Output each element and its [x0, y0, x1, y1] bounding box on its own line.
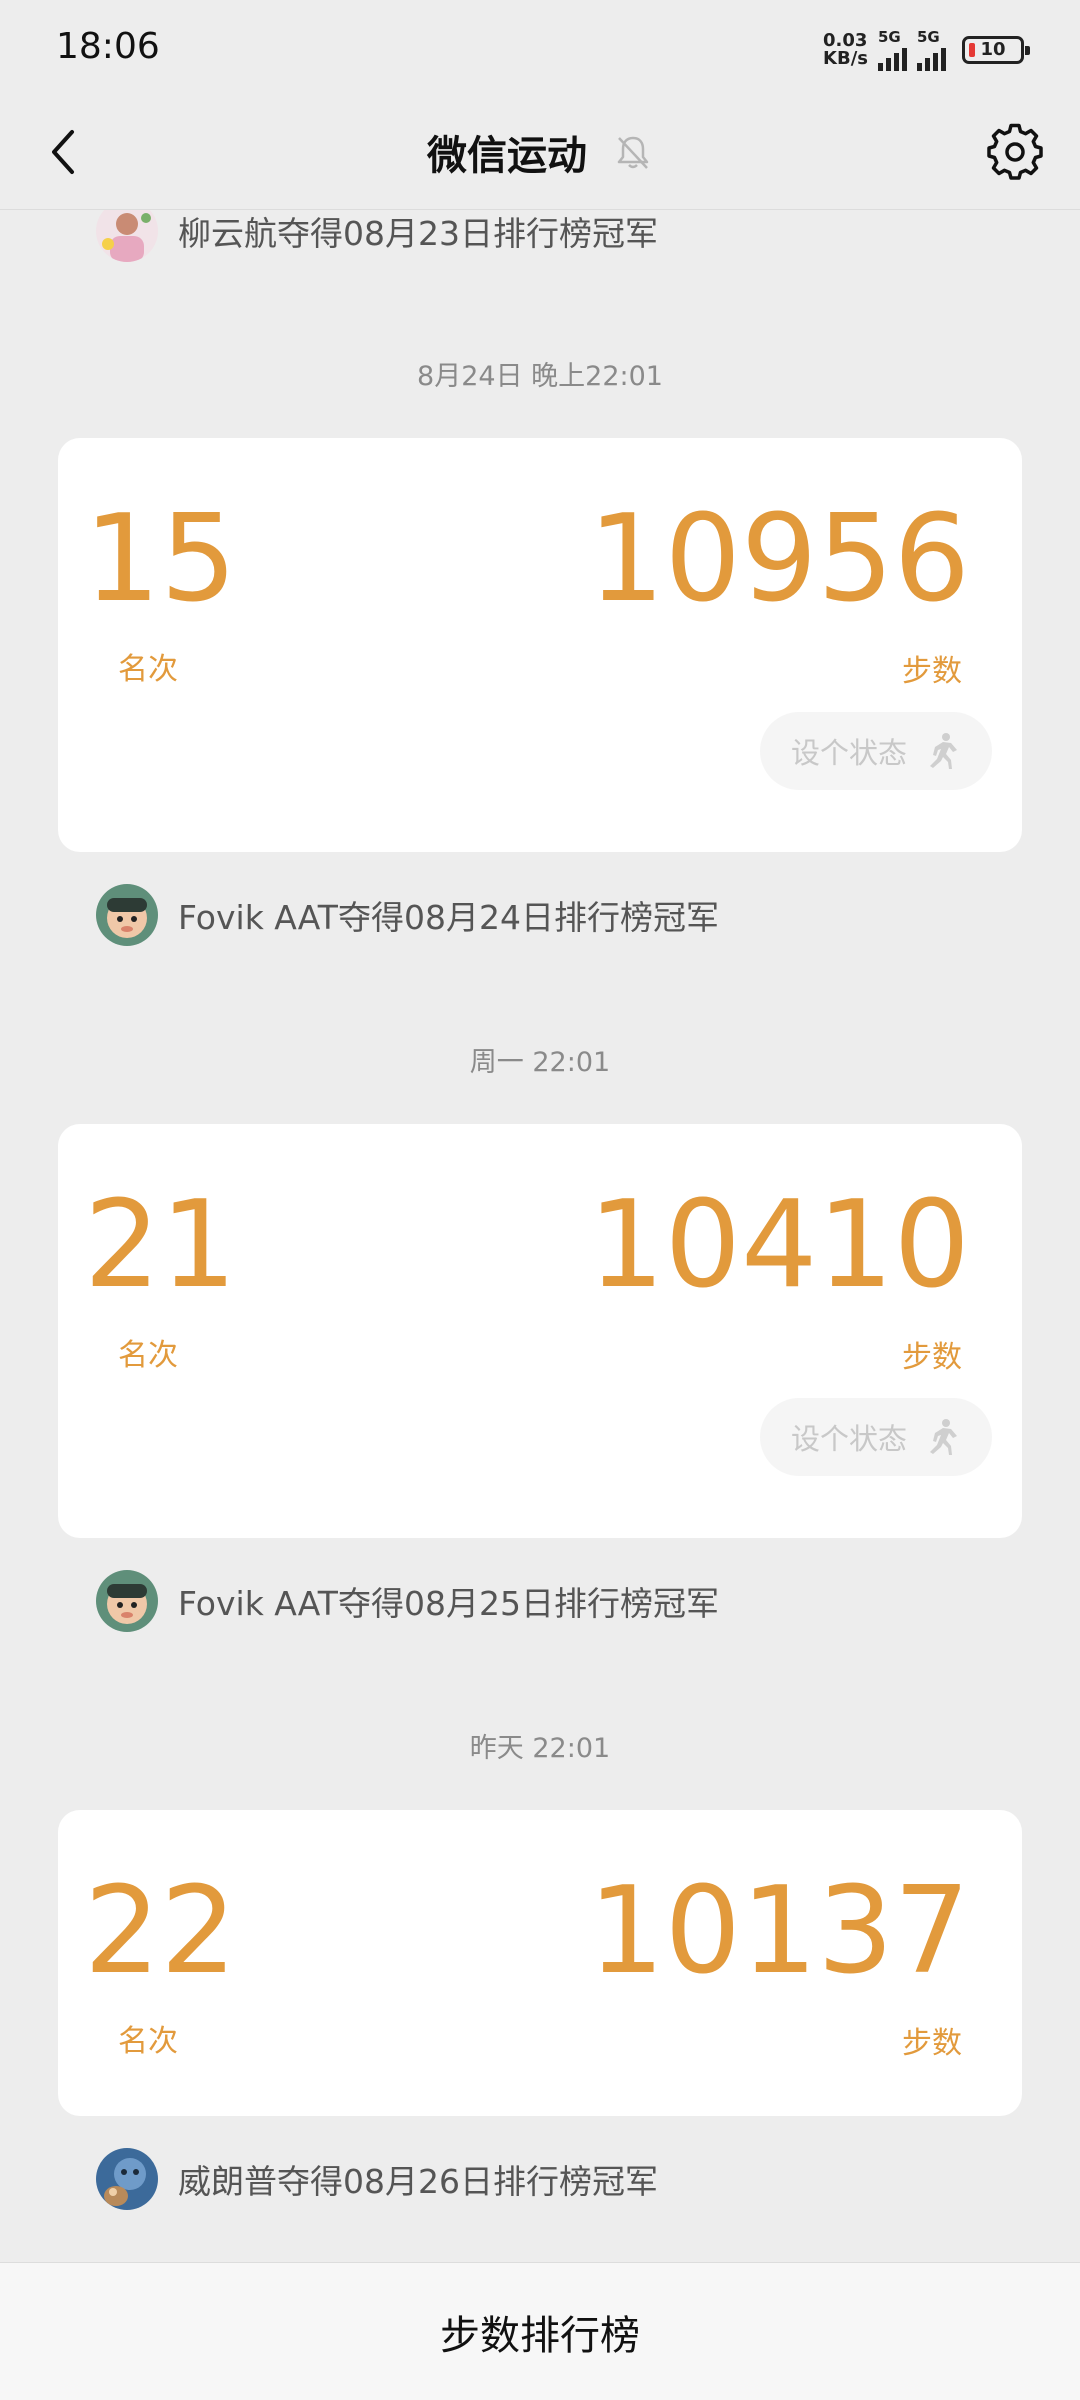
runner-icon: [930, 1419, 957, 1455]
step-report-card[interactable]: 22 名次 10137 步数: [58, 1810, 1022, 2116]
set-status-label: 设个状态: [790, 736, 907, 770]
battery-icon: 10: [962, 36, 1030, 64]
champion-text: 柳云航夺得08月23日排行榜冠军: [178, 214, 658, 253]
rank-label: 名次: [118, 2024, 178, 2059]
runner-icon: [930, 733, 957, 769]
step-leaderboard-label: 步数排行榜: [440, 2312, 640, 2359]
rank-value: 22: [84, 1862, 237, 2001]
step-leaderboard-button[interactable]: 步数排行榜: [0, 2262, 1080, 2400]
step-report-card[interactable]: 15 名次 10956 步数 设个状态: [58, 438, 1022, 852]
avatar[interactable]: [96, 1570, 158, 1632]
status-time: 18:06: [56, 26, 160, 67]
battery-level: 10: [980, 39, 1006, 60]
rank-value: 21: [84, 1176, 237, 1315]
wechat-sport-screen: 18:06 0.03 KB/s 5G 5G 10 微信运动 柳云航夺得08月23…: [0, 0, 1080, 2400]
timestamp: 8月24日 晚上22:01: [417, 361, 663, 392]
network-speed: 0.03 KB/s: [823, 32, 868, 68]
set-status-button[interactable]: 设个状态: [760, 712, 992, 790]
sim1-label: 5G: [878, 27, 901, 46]
set-status-button[interactable]: 设个状态: [760, 1398, 992, 1476]
page-title: 微信运动: [427, 133, 587, 179]
timestamp: 周一 22:01: [469, 1047, 611, 1078]
mute-bell-icon: [617, 136, 649, 169]
timestamp: 昨天 22:01: [469, 1733, 611, 1764]
champion-row[interactable]: 威朗普夺得08月26日排行榜冠军: [96, 2146, 658, 2212]
rank-label: 名次: [118, 652, 178, 687]
sim2-label: 5G: [917, 27, 940, 46]
steps-value: 10956: [588, 490, 970, 629]
status-bar: 18:06 0.03 KB/s 5G 5G 10: [0, 0, 1080, 95]
set-status-label: 设个状态: [790, 1422, 907, 1456]
champion-row[interactable]: Fovik AAT夺得08月25日排行榜冠军: [96, 1568, 719, 1634]
nav-bar: 微信运动: [0, 95, 1080, 210]
nav-title-group: 微信运动: [0, 123, 1080, 181]
champion-text: Fovik AAT夺得08月25日排行榜冠军: [178, 1584, 719, 1623]
steps-value: 10410: [588, 1176, 970, 1315]
avatar[interactable]: [96, 2148, 158, 2210]
avatar[interactable]: [96, 884, 158, 946]
signal-sim1-icon: 5G: [878, 27, 907, 71]
rank-label: 名次: [118, 1338, 178, 1373]
status-indicators: 0.03 KB/s 5G 5G 10: [823, 27, 1030, 72]
signal-sim2-icon: 5G: [917, 27, 946, 71]
champion-row[interactable]: Fovik AAT夺得08月24日排行榜冠军: [96, 882, 719, 948]
steps-value: 10137: [588, 1862, 970, 2001]
champion-text: 威朗普夺得08月26日排行榜冠军: [178, 2162, 658, 2201]
steps-label: 步数: [902, 2026, 962, 2061]
network-speed-unit: KB/s: [823, 48, 868, 69]
rank-value: 15: [84, 490, 237, 629]
settings-gear-icon[interactable]: [986, 123, 1044, 181]
champion-text: Fovik AAT夺得08月24日排行榜冠军: [178, 898, 719, 937]
steps-label: 步数: [902, 654, 962, 689]
step-report-card[interactable]: 21 名次 10410 步数 设个状态: [58, 1124, 1022, 1538]
steps-label: 步数: [902, 1340, 962, 1375]
